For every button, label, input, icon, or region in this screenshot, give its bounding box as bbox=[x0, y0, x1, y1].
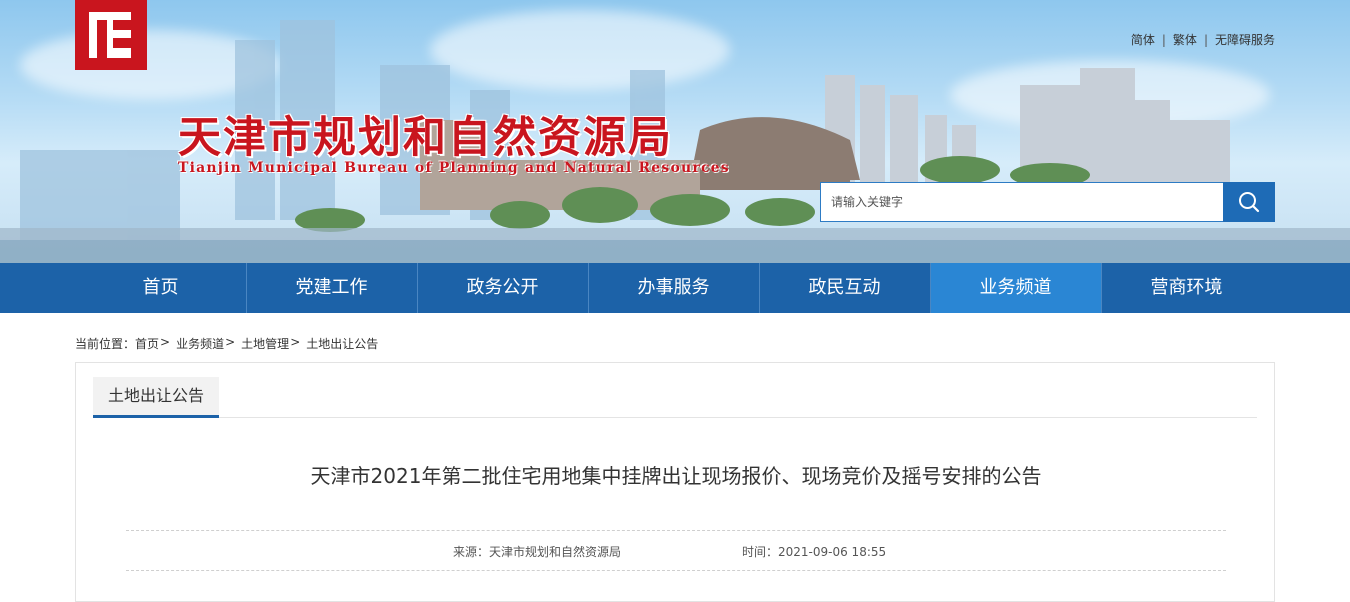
tab-land-transfer-notice[interactable]: 土地出让公告 bbox=[93, 377, 220, 418]
header-banner: 天津市规划和自然资源局 Tianjin Municipal Bureau of … bbox=[0, 0, 1350, 263]
site-title-en: Tianjin Municipal Bureau of Planning and… bbox=[178, 160, 730, 176]
traditional-chinese-link[interactable]: 繁体 bbox=[1173, 31, 1197, 48]
search-box bbox=[820, 182, 1275, 222]
nav-item-party-building[interactable]: 党建工作 bbox=[246, 263, 417, 313]
nav-item-business-environment[interactable]: 营商环境 bbox=[1101, 263, 1272, 313]
search-input[interactable] bbox=[820, 182, 1223, 222]
site-title-cn: 天津市规划和自然资源局 bbox=[178, 113, 673, 163]
search-icon bbox=[1239, 192, 1260, 213]
nav-item-business-channel[interactable]: 业务频道 bbox=[930, 263, 1101, 313]
article-title: 天津市2021年第二批住宅用地集中挂牌出让现场报价、现场竞价及摇号安排的公告 bbox=[310, 464, 1042, 488]
bureau-logo bbox=[75, 0, 147, 70]
breadcrumb: 当前位置： 首页 > 业务频道 > 土地管理 > 土地出让公告 bbox=[75, 335, 378, 352]
divider bbox=[126, 530, 1226, 531]
nav-item-government-affairs[interactable]: 政务公开 bbox=[417, 263, 588, 313]
nav-item-services[interactable]: 办事服务 bbox=[588, 263, 759, 313]
breadcrumb-home[interactable]: 首页 bbox=[135, 335, 159, 352]
accessibility-link[interactable]: 无障碍服务 bbox=[1215, 31, 1275, 48]
divider: | bbox=[1203, 32, 1208, 47]
content-panel: 土地出让公告 天津市2021年第二批住宅用地集中挂牌出让现场报价、现场竞价及摇号… bbox=[75, 362, 1275, 602]
article-source: 来源：天津市规划和自然资源局 bbox=[453, 545, 622, 559]
top-links: 简体 | 繁体 | 无障碍服务 bbox=[1131, 31, 1275, 48]
breadcrumb-land-transfer-notice[interactable]: 土地出让公告 bbox=[306, 335, 378, 352]
breadcrumb-separator: > bbox=[290, 335, 301, 349]
simplified-chinese-link[interactable]: 简体 bbox=[1131, 31, 1155, 48]
nav-item-interaction[interactable]: 政民互动 bbox=[759, 263, 930, 313]
panel-tab-bar: 土地出让公告 bbox=[93, 363, 1257, 418]
search-button[interactable] bbox=[1223, 182, 1275, 222]
article-time: 时间：2021-09-06 18:55 bbox=[742, 545, 887, 559]
breadcrumb-separator: > bbox=[225, 335, 236, 349]
breadcrumb-business-channel[interactable]: 业务频道 bbox=[176, 335, 224, 352]
nav-item-home[interactable]: 首页 bbox=[75, 263, 246, 313]
divider bbox=[126, 570, 1226, 571]
divider: | bbox=[1161, 32, 1166, 47]
breadcrumb-separator: > bbox=[160, 335, 171, 349]
main-nav: 首页 党建工作 政务公开 办事服务 政民互动 业务频道 营商环境 bbox=[0, 263, 1350, 313]
breadcrumb-label: 当前位置： bbox=[75, 337, 136, 351]
breadcrumb-land-management[interactable]: 土地管理 bbox=[241, 335, 289, 352]
